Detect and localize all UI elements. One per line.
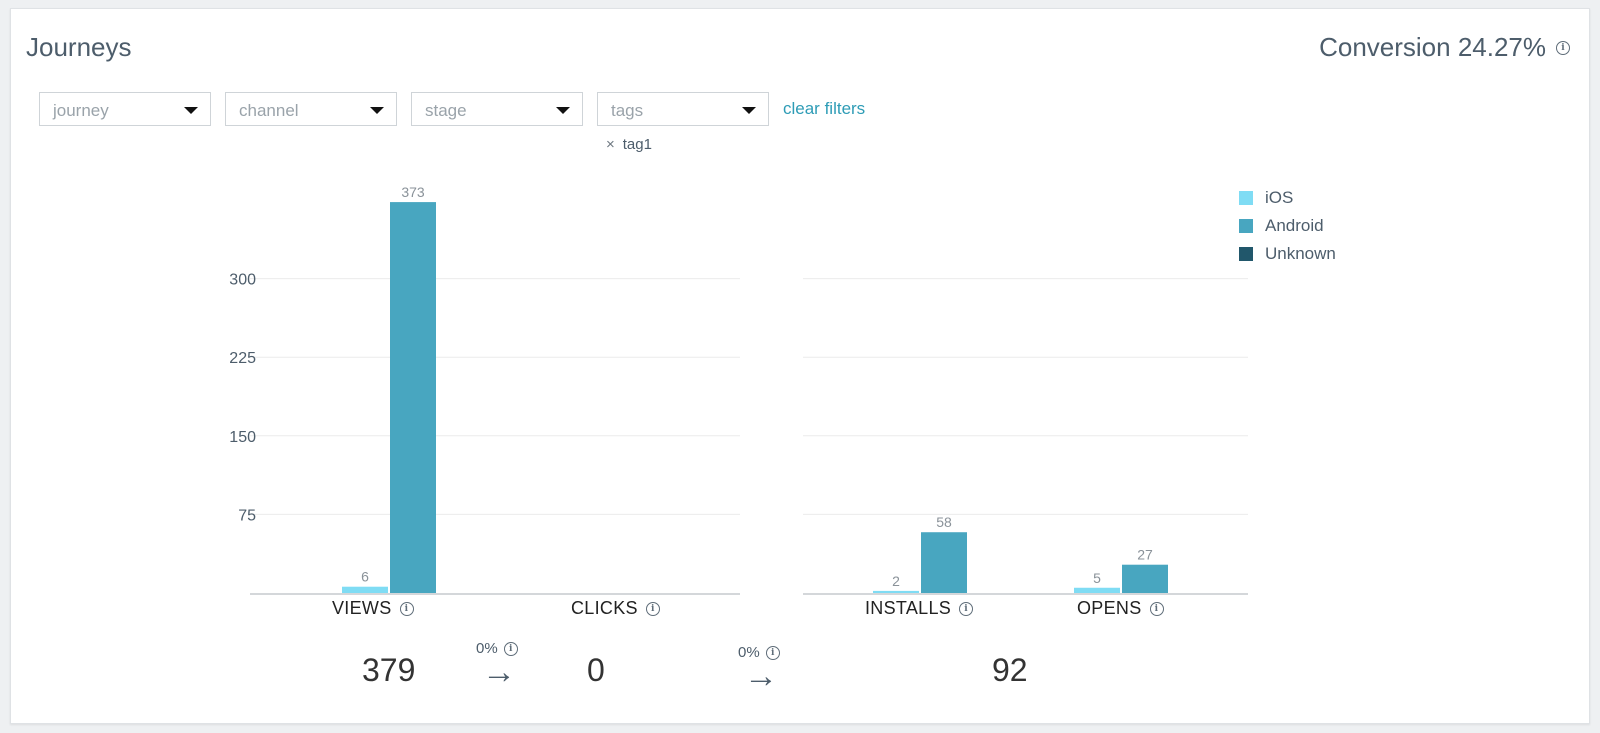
data-label: 5: [1093, 570, 1101, 586]
data-label: 6: [361, 569, 369, 585]
bar-android: [390, 202, 436, 593]
bar-ios: [873, 590, 919, 593]
stage-label-views: VIEWS i: [332, 598, 414, 619]
y-tick-label: 150: [229, 429, 256, 446]
stage-label-installs: INSTALLS i: [865, 598, 974, 619]
bar-ios: [342, 586, 388, 593]
y-tick-label: 300: [229, 272, 256, 289]
legend-swatch: [1239, 191, 1253, 205]
bar-android: [921, 532, 967, 593]
legend-item-ios[interactable]: iOS: [1239, 184, 1336, 212]
legend-swatch: [1239, 219, 1253, 233]
data-label: 2: [892, 573, 900, 589]
y-tick-label: 225: [229, 350, 256, 367]
stage-label-opens: OPENS i: [1077, 598, 1164, 619]
legend-swatch: [1239, 247, 1253, 261]
info-icon[interactable]: i: [399, 601, 414, 616]
legend-item-android[interactable]: Android: [1239, 212, 1336, 240]
flow-clicks-to-installs: 0% i →: [738, 644, 780, 695]
arrow-right-icon: →: [744, 657, 778, 695]
chart-legend: iOS Android Unknown: [1239, 184, 1336, 268]
arrow-right-icon: →: [482, 653, 516, 691]
data-label: 373: [401, 184, 425, 200]
funnel-chart: 75 150 225 300 6 373 2 58 5 27: [229, 184, 1248, 595]
stage-label-clicks: CLICKS i: [571, 598, 660, 619]
legend-label: iOS: [1265, 188, 1294, 207]
installs-opens-total: 92: [992, 652, 1028, 688]
installs-label: INSTALLS: [865, 598, 952, 618]
flow-views-to-clicks: 0% i →: [476, 640, 518, 691]
legend-label: Unknown: [1265, 244, 1336, 263]
info-icon[interactable]: i: [959, 601, 974, 616]
bar-ios: [1074, 587, 1120, 593]
data-label: 58: [936, 514, 952, 530]
legend-item-unknown[interactable]: Unknown: [1239, 240, 1336, 268]
views-label: VIEWS: [332, 598, 392, 618]
info-icon[interactable]: i: [1149, 601, 1164, 616]
opens-label: OPENS: [1077, 598, 1142, 618]
clicks-total: 0: [587, 652, 605, 688]
legend-label: Android: [1265, 216, 1324, 235]
clicks-label: CLICKS: [571, 598, 638, 618]
data-label: 27: [1137, 547, 1153, 563]
views-total: 379: [362, 652, 416, 688]
y-tick-label: 75: [238, 507, 256, 524]
info-icon[interactable]: i: [645, 601, 660, 616]
bar-android: [1122, 564, 1168, 593]
